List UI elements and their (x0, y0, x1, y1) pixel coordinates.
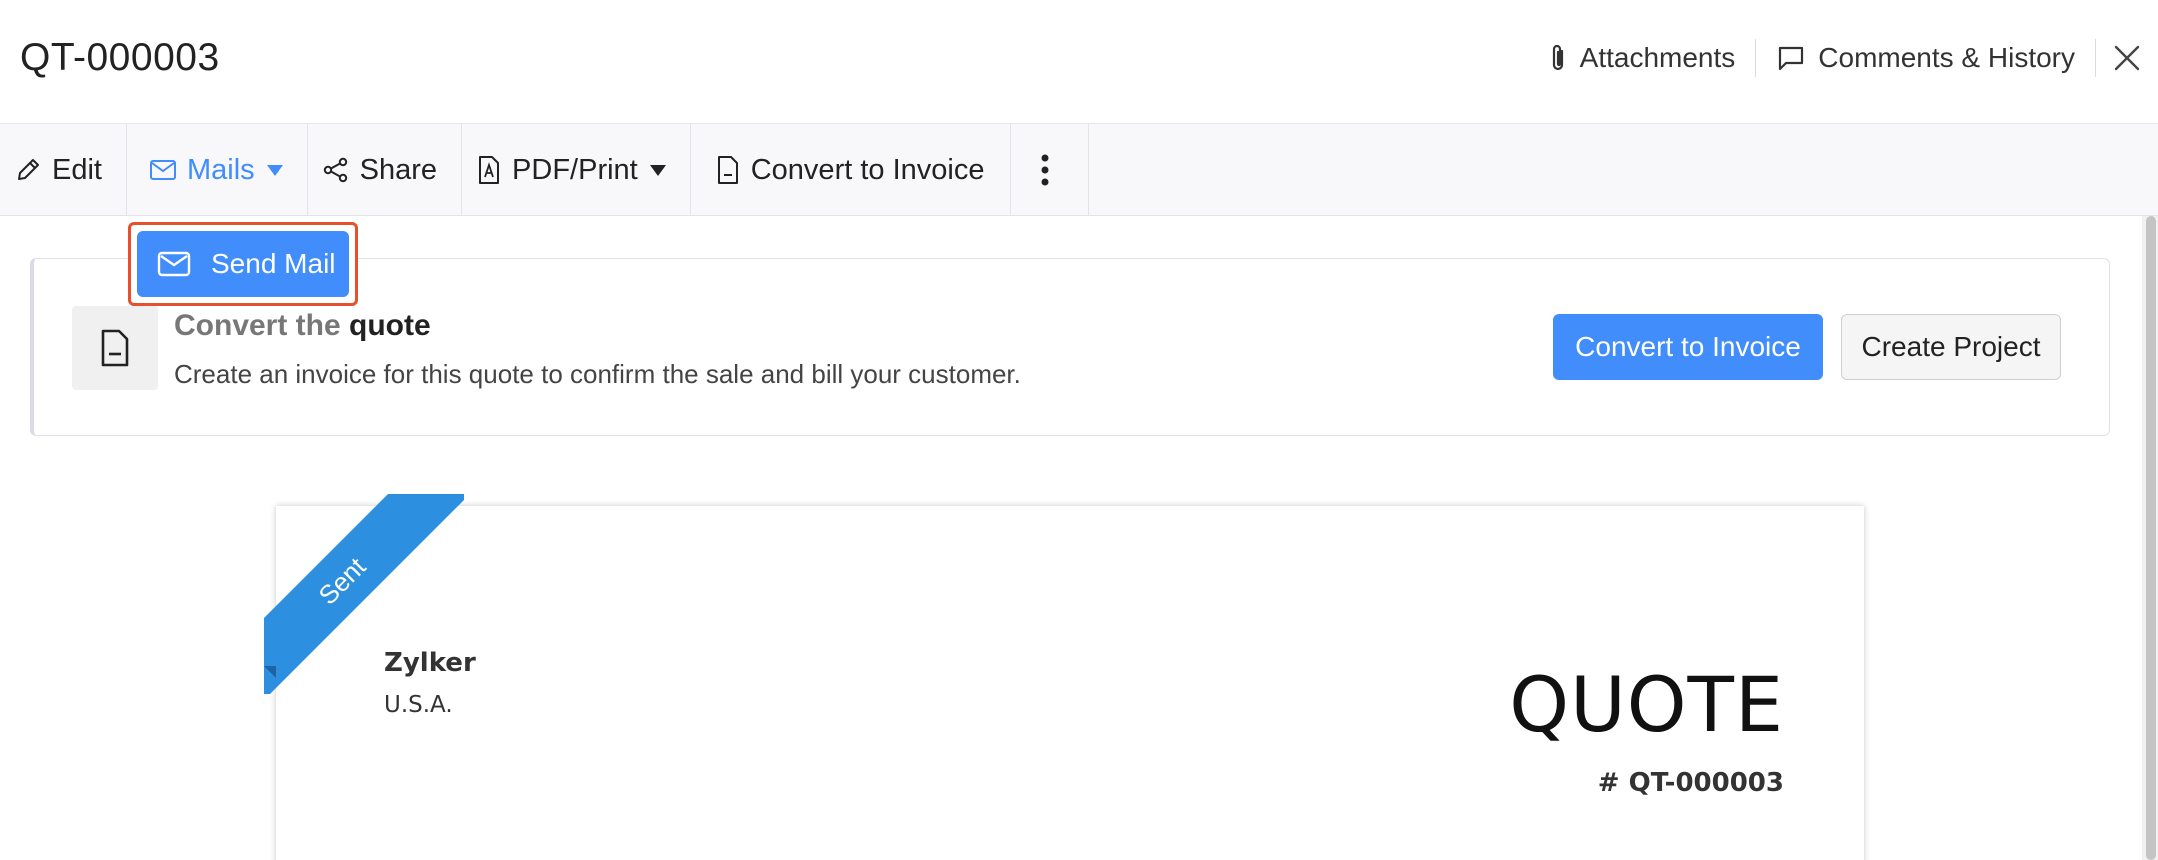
mail-icon (149, 160, 176, 180)
edit-label: Edit (52, 153, 102, 186)
close-button[interactable] (2096, 30, 2158, 86)
header-actions: Attachments Comments & History (1528, 30, 2158, 86)
pdf-print-button[interactable]: PDF/Print (462, 124, 691, 216)
attachments-button[interactable]: Attachments (1528, 38, 1756, 78)
share-label: Share (359, 153, 438, 186)
document-icon (101, 329, 129, 367)
paperclip-icon (1552, 44, 1563, 71)
share-button[interactable]: Share (308, 124, 463, 216)
mail-icon (157, 251, 191, 277)
share-icon (323, 157, 347, 183)
banner-title-part1: Convert the (174, 309, 341, 342)
more-options-button[interactable] (1011, 124, 1090, 216)
scrollbar-thumb[interactable] (2146, 216, 2156, 860)
create-project-button[interactable]: Create Project (1841, 314, 2061, 380)
document-number: # QT-000003 (1597, 768, 1784, 798)
document-title: QUOTE (1509, 660, 1784, 749)
ribbon-fold (264, 666, 276, 678)
comments-history-label: Comments & History (1818, 42, 2075, 73)
organization-country: U.S.A. (384, 692, 453, 718)
document-icon (717, 156, 738, 184)
chevron-down-icon (266, 164, 283, 176)
pdf-icon (479, 156, 500, 184)
pdf-print-label: PDF/Print (512, 153, 638, 186)
action-toolbar: Edit Mails Share PDF/Print Convert to In (0, 124, 2158, 216)
convert-to-invoice-toolbar-label: Convert to Invoice (750, 153, 985, 186)
organization-name: Zylker (384, 648, 476, 678)
page-title: QT-000003 (20, 36, 220, 79)
more-vertical-icon (1041, 154, 1049, 186)
vertical-scrollbar[interactable] (2142, 216, 2158, 860)
convert-to-invoice-button[interactable]: Convert to Invoice (1553, 314, 1823, 380)
mails-label: Mails (186, 153, 255, 186)
page-header: QT-000003 Attachments Comments & History (0, 0, 2158, 124)
banner-subtitle: Create an invoice for this quote to conf… (174, 359, 1021, 389)
pencil-icon (18, 159, 39, 180)
chevron-down-icon (649, 164, 666, 176)
send-mail-menu-item[interactable]: Send Mail (137, 231, 349, 297)
banner-title: Convert the quote (174, 309, 431, 343)
send-mail-label: Send Mail (211, 248, 336, 279)
close-icon (2114, 45, 2140, 71)
banner-icon-box (72, 306, 158, 390)
mails-dropdown-menu: Send Mail (128, 222, 358, 306)
mails-dropdown-button[interactable]: Mails (127, 124, 308, 216)
convert-to-invoice-toolbar-button[interactable]: Convert to Invoice (691, 124, 1012, 216)
comments-history-button[interactable]: Comments & History (1756, 38, 2095, 78)
banner-title-part2: quote (349, 309, 431, 342)
comment-icon (1779, 46, 1804, 71)
quote-document-preview: Sent Zylker U.S.A. QUOTE # QT-000003 (264, 494, 1864, 860)
edit-button[interactable]: Edit (0, 124, 127, 216)
attachments-label: Attachments (1579, 42, 1736, 73)
